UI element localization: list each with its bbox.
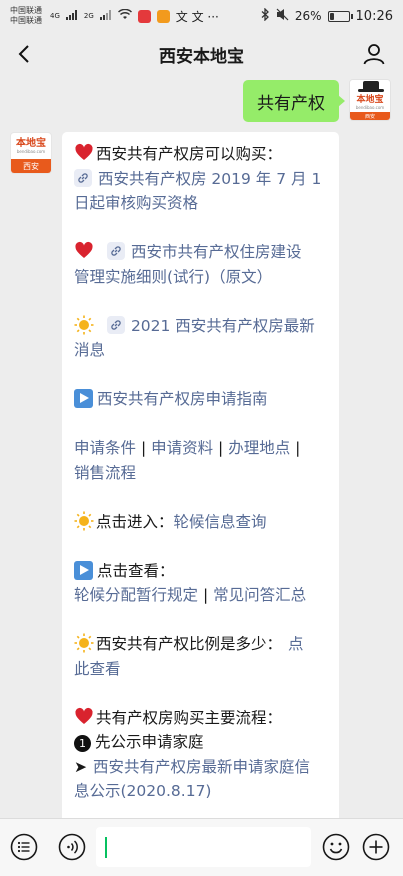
carrier-1: 中国联通 — [10, 6, 42, 15]
reply-link[interactable]: 息公示(2020.8.17) — [74, 782, 211, 800]
reply-link[interactable]: 销售流程 — [74, 464, 136, 482]
heart-icon — [74, 707, 94, 727]
heart-icon — [74, 143, 94, 163]
system-chars: 文 文 ··· — [175, 9, 219, 24]
reply-section: 点击进入：轮候信息查询 — [74, 510, 327, 535]
reply-link[interactable]: 申请资料 — [151, 439, 213, 457]
reply-link[interactable]: 轮候分配暂行规定 — [74, 586, 198, 604]
link-separator: | — [136, 439, 152, 457]
text-cursor — [105, 837, 107, 858]
reply-section: 点击查看： 轮候分配暂行规定 | 常见问答汇总 — [74, 559, 327, 608]
link-icon — [74, 168, 92, 187]
chat-input-bar — [0, 818, 403, 876]
battery-icon — [327, 10, 353, 22]
app-notification-icon — [156, 9, 170, 23]
status-icons-right: 26% 10:26 — [261, 7, 393, 24]
voice-icon — [58, 833, 86, 861]
reply-text: 点击进入： — [96, 512, 174, 531]
reply-link[interactable]: 西安共有产权房 2019 年 7 月 1 — [98, 170, 321, 188]
reply-heading: 西安共有产权房可以购买： — [96, 145, 283, 163]
emoji-button[interactable] — [321, 832, 351, 862]
sun-icon — [74, 633, 94, 653]
link-separator: | — [213, 439, 229, 457]
bot-avatar[interactable]: 本地宝 bendibao.com 西安 — [10, 132, 52, 174]
chevron-left-icon — [18, 45, 29, 63]
reply-section: 西安共有产权房申请指南 — [74, 387, 327, 412]
signal-label-2: 2G — [83, 12, 94, 20]
mute-icon — [276, 8, 289, 24]
reply-link[interactable]: 西安共有产权房最新申请家庭信 — [93, 758, 310, 776]
reply-link[interactable]: 此查看 — [74, 660, 121, 678]
back-button[interactable] — [10, 40, 38, 68]
arrow-icon: ➤ — [74, 757, 87, 776]
sun-icon — [74, 315, 94, 335]
user-avatar-domain: bendibao.com — [355, 104, 385, 110]
reply-link[interactable]: 消息 — [74, 341, 105, 359]
carrier-2: 中国联通 — [10, 16, 42, 25]
wifi-icon — [117, 8, 132, 23]
battery-percent: 26% — [294, 9, 322, 23]
reply-link[interactable]: 轮候信息查询 — [174, 513, 267, 531]
user-avatar-tag: 西安 — [350, 112, 390, 120]
play-icon — [74, 560, 93, 580]
hat-icon — [350, 80, 390, 92]
chat-header: 西安本地宝 — [0, 32, 403, 76]
carrier-info: 中国联通 中国联通 — [10, 6, 42, 26]
sent-message[interactable]: 共有产权 — [243, 80, 345, 122]
bluetooth-icon — [261, 7, 270, 24]
plus-icon — [362, 833, 390, 861]
voice-button[interactable] — [57, 832, 87, 862]
reply-section: 西安共有产权房可以购买： 西安共有产权房 2019 年 7 月 1 日起审核购买… — [74, 142, 327, 216]
step-number-badge: 1 — [74, 735, 91, 752]
reply-link[interactable]: 办理地点 — [228, 439, 290, 457]
reply-heading: 共有产权房购买主要流程： — [96, 708, 283, 727]
reply-section: 西安市共有产权住房建设 管理实施细则(试行)（原文） — [74, 240, 327, 289]
reply-section: 2021 西安共有产权房最新 消息 — [74, 314, 327, 363]
reply-text: 点击查看： — [97, 561, 175, 580]
signal-bars-icon — [65, 9, 78, 23]
reply-link[interactable]: 日起审核购买资格 — [74, 194, 198, 212]
link-icon — [106, 242, 125, 260]
reply-link[interactable]: 西安市共有产权住房建设 — [131, 243, 302, 261]
clock: 10:26 — [355, 8, 393, 24]
signal-bars-icon — [99, 9, 112, 23]
link-separator: | — [198, 586, 214, 604]
person-icon — [363, 44, 385, 65]
user-avatar-logo: 本地宝 — [356, 94, 384, 105]
heart-icon — [74, 241, 94, 261]
status-icons-left: 4G 2G 文 文 ··· — [50, 8, 219, 25]
reply-section: 申请条件 | 申请资料 | 办理地点 | 销售流程 — [74, 436, 327, 485]
reply-link[interactable]: 西安共有产权房申请指南 — [97, 390, 268, 408]
received-message: 西安共有产权房可以购买： 西安共有产权房 2019 年 7 月 1 日起审核购买… — [62, 132, 339, 832]
profile-button[interactable] — [359, 39, 389, 69]
reply-link[interactable]: 管理实施细则(试行)（原文） — [74, 268, 272, 286]
link-separator: | — [290, 439, 301, 457]
reply-link[interactable]: 2021 西安共有产权房最新 — [131, 317, 315, 335]
chat-title: 西安本地宝 — [159, 46, 244, 67]
reply-text: 先公示申请家庭 — [95, 733, 204, 751]
list-menu-icon — [10, 833, 38, 861]
link-icon — [106, 315, 125, 334]
reply-link[interactable]: 常见问答汇总 — [213, 586, 306, 604]
bot-avatar-logo: 本地宝 — [16, 138, 46, 149]
reply-section: 西安共有产权比例是多少： 点 此查看 — [74, 632, 327, 681]
menu-button[interactable] — [9, 832, 39, 862]
bot-avatar-city: 西安 — [11, 159, 51, 173]
app-notification-icon — [137, 9, 151, 23]
status-bar: 中国联通 中国联通 4G 2G 文 文 ··· 26% 10:26 — [0, 0, 403, 32]
play-icon — [74, 389, 93, 408]
message-input[interactable] — [96, 827, 311, 867]
reply-link[interactable]: 点 — [288, 635, 304, 653]
sent-message-text: 共有产权 — [257, 93, 325, 114]
more-button[interactable] — [361, 832, 391, 862]
reply-text: 西安共有产权比例是多少： — [96, 635, 283, 653]
user-avatar[interactable]: 本地宝 bendibao.com 西安 — [349, 79, 391, 121]
reply-section: 共有产权房购买主要流程： 1 先公示申请家庭 ➤ 西安共有产权房最新申请家庭信 息公… — [74, 706, 327, 804]
smiley-icon — [322, 833, 350, 861]
bot-avatar-domain: bendibao.com — [16, 149, 46, 154]
sun-icon — [74, 511, 94, 531]
signal-label-1: 4G — [50, 12, 60, 20]
reply-link[interactable]: 申请条件 — [74, 439, 136, 457]
